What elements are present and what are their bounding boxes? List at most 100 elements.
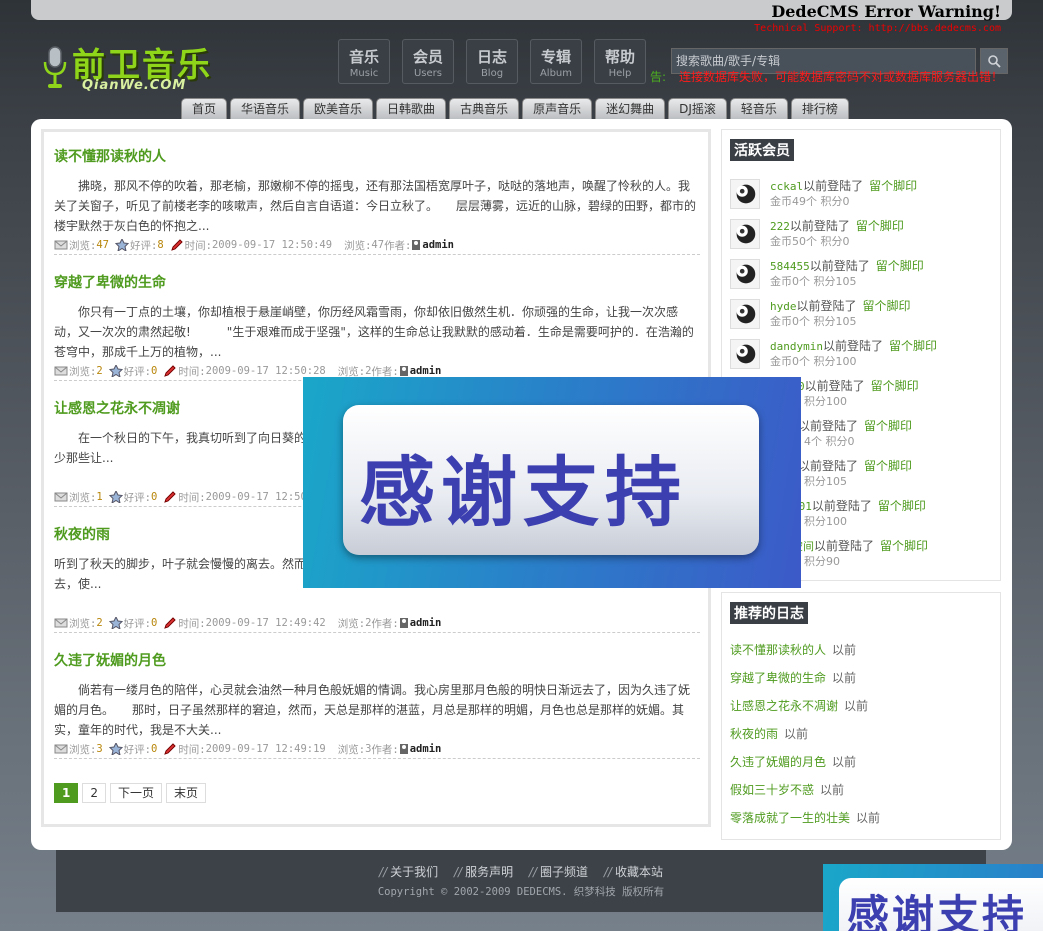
microphone-icon bbox=[43, 46, 67, 88]
thanks-banner[interactable]: 感谢支持 bbox=[303, 377, 801, 588]
recommended-item: 假如三十岁不惑 以前 bbox=[730, 783, 845, 797]
footer-link-about[interactable]: //关于我们 bbox=[379, 865, 438, 879]
article-author[interactable]: admin bbox=[422, 239, 454, 251]
page-2[interactable]: 2 bbox=[82, 783, 106, 803]
nav-music[interactable]: 音乐 Music bbox=[338, 39, 390, 84]
recommended-blogs-panel: 推荐的日志 读不懂那读秋的人 以前 穿越了卑微的生命 以前 让感恩之花永不凋谢 以前 … bbox=[721, 592, 1001, 840]
footprint-link[interactable]: 留个脚印 bbox=[878, 499, 926, 513]
article-author[interactable]: admin bbox=[410, 365, 442, 377]
page-1[interactable]: 1 bbox=[54, 783, 79, 803]
article-meta: 浏览: 3 好评: 0 时间: 2009-09-17 12:49:19 浏览: 3 作者… bbox=[54, 740, 700, 758]
article-excerpt: 你只有一丁点的土壤，你却植根于悬崖峭壁，你历经风霜雪雨，你却依旧傲然生机．你顽强… bbox=[54, 305, 694, 359]
avatar-icon[interactable] bbox=[730, 299, 760, 329]
tab-western[interactable]: 欧美音乐 bbox=[303, 98, 374, 119]
star-icon bbox=[108, 617, 123, 629]
error-title: DedeCMS Error Warning! bbox=[771, 2, 1001, 21]
main-nav: 音乐 Music 会员 Users 日志 Blog 专辑 Album 帮助 Help bbox=[338, 39, 646, 84]
mail-icon bbox=[54, 492, 68, 502]
footprint-link[interactable]: 留个脚印 bbox=[871, 379, 919, 393]
article-author[interactable]: admin bbox=[410, 617, 442, 629]
article-title[interactable]: 穿越了卑微的生命 bbox=[54, 272, 700, 292]
error-support-link[interactable]: Technical Support: http://bbs.dedecms.co… bbox=[754, 23, 1001, 34]
footer-link-bookmark[interactable]: //收藏本站 bbox=[604, 865, 663, 879]
footprint-link[interactable]: 留个脚印 bbox=[889, 339, 937, 353]
user-icon bbox=[412, 240, 421, 250]
tab-charts[interactable]: 排行榜 bbox=[790, 98, 849, 119]
star-icon bbox=[108, 365, 123, 377]
last-page-button[interactable]: 末页 bbox=[166, 783, 207, 803]
recommended-item: 读不懂那读秋的人 以前 bbox=[730, 643, 857, 657]
thanks-corner-badge: 感谢支持 bbox=[839, 878, 1043, 931]
mail-icon bbox=[54, 618, 68, 628]
tab-soundtrack[interactable]: 原声音乐 bbox=[522, 98, 593, 119]
nav-help[interactable]: 帮助 Help bbox=[594, 39, 646, 84]
tab-home[interactable]: 首页 bbox=[181, 98, 228, 119]
star-icon bbox=[114, 239, 129, 251]
star-icon bbox=[108, 743, 123, 755]
member-name[interactable]: 222 bbox=[770, 220, 790, 233]
user-icon bbox=[399, 366, 408, 376]
nav-blog[interactable]: 日志 Blog bbox=[466, 39, 518, 84]
article-author[interactable]: admin bbox=[410, 743, 442, 755]
avatar-icon[interactable] bbox=[730, 179, 760, 209]
user-icon bbox=[399, 744, 408, 754]
member-name[interactable]: cckal bbox=[770, 180, 803, 193]
article-title[interactable]: 读不懂那读秋的人 bbox=[54, 146, 700, 166]
member-name[interactable]: 584455 bbox=[770, 260, 810, 273]
tab-chinese[interactable]: 华语音乐 bbox=[230, 98, 301, 119]
nav-album[interactable]: 专辑 Album bbox=[530, 39, 582, 84]
recommended-item: 让感恩之花永不凋谢 以前 bbox=[730, 699, 869, 713]
footprint-link[interactable]: 留个脚印 bbox=[869, 179, 917, 193]
avatar-icon[interactable] bbox=[730, 339, 760, 369]
footprint-link[interactable]: 留个脚印 bbox=[856, 219, 904, 233]
pencil-icon bbox=[164, 365, 177, 377]
recommended-item: 穿越了卑微的生命 以前 bbox=[730, 671, 857, 685]
mail-icon bbox=[54, 366, 68, 376]
article-meta: 浏览: 2 好评: 0 时间: 2009-09-17 12:49:42 浏览: 2 作者… bbox=[54, 614, 700, 632]
footer-link-circles[interactable]: //圈子频道 bbox=[529, 865, 588, 879]
nav-users[interactable]: 会员 Users bbox=[402, 39, 454, 84]
pencil-icon bbox=[164, 743, 177, 755]
thanks-text: 感谢支持 bbox=[359, 448, 687, 537]
tab-jpkr[interactable]: 日韩歌曲 bbox=[376, 98, 447, 119]
recommended-item: 久违了妩媚的月色 以前 bbox=[730, 755, 857, 769]
member-item: dandymin以前登陆了 留个脚印 金币0个 积分100 bbox=[730, 336, 994, 372]
footprint-link[interactable]: 留个脚印 bbox=[876, 259, 924, 273]
footprint-link[interactable]: 留个脚印 bbox=[864, 419, 912, 433]
search-icon bbox=[988, 55, 1001, 68]
active-members-title: 活跃会员 bbox=[730, 139, 794, 161]
member-name[interactable]: hyde bbox=[770, 300, 797, 313]
star-icon bbox=[108, 491, 123, 503]
tab-light-music[interactable]: 轻音乐 bbox=[729, 98, 788, 119]
logo-subtitle: QianWe.COM bbox=[82, 78, 187, 93]
recommended-title: 推荐的日志 bbox=[730, 602, 808, 624]
thanks-badge: 感谢支持 bbox=[343, 405, 759, 555]
article-item: 穿越了卑微的生命 你只有一丁点的土壤，你却植根于悬崖峭壁，你历经风霜雪雨，你却依… bbox=[54, 266, 700, 381]
pagination: 1 2 下一页 末页 bbox=[54, 783, 207, 803]
footprint-link[interactable]: 留个脚印 bbox=[864, 459, 912, 473]
pencil-icon bbox=[164, 617, 177, 629]
recommended-item: 秋夜的雨 以前 bbox=[730, 727, 809, 741]
tab-trance[interactable]: 迷幻舞曲 bbox=[595, 98, 666, 119]
tab-classical[interactable]: 古典音乐 bbox=[449, 98, 520, 119]
thanks-corner-text: 感谢支持 bbox=[847, 891, 1028, 931]
avatar-icon[interactable] bbox=[730, 259, 760, 289]
notice-label: 告: bbox=[650, 70, 667, 84]
footprint-link[interactable]: 留个脚印 bbox=[880, 539, 928, 553]
mail-icon bbox=[54, 744, 68, 754]
member-item: hyde以前登陆了 留个脚印 金币0个 积分105 bbox=[730, 296, 994, 332]
article-title[interactable]: 久违了妩媚的月色 bbox=[54, 650, 700, 670]
footprint-link[interactable]: 留个脚印 bbox=[863, 299, 911, 313]
pencil-icon bbox=[170, 239, 183, 251]
pencil-icon bbox=[164, 491, 177, 503]
thanks-corner-banner[interactable]: 感谢支持 bbox=[823, 864, 1043, 931]
site-logo[interactable]: 前卫音乐 QianWe.COM bbox=[40, 40, 240, 96]
tab-dj-rock[interactable]: DJ摇滚 bbox=[668, 98, 727, 119]
member-name[interactable]: dandymin bbox=[770, 340, 823, 353]
avatar-icon[interactable] bbox=[730, 219, 760, 249]
mail-icon bbox=[54, 240, 68, 250]
article-meta: 浏览: 47 好评: 8 时间: 2009-09-17 12:50:49 浏览: 47 … bbox=[54, 236, 700, 254]
article-item: 久违了妩媚的月色 倘若有一缕月色的陪伴，心灵就会油然一种月色般妩媚的情调。我心房… bbox=[54, 644, 700, 759]
footer-link-terms[interactable]: //服务声明 bbox=[454, 865, 513, 879]
next-page-button[interactable]: 下一页 bbox=[110, 783, 163, 803]
